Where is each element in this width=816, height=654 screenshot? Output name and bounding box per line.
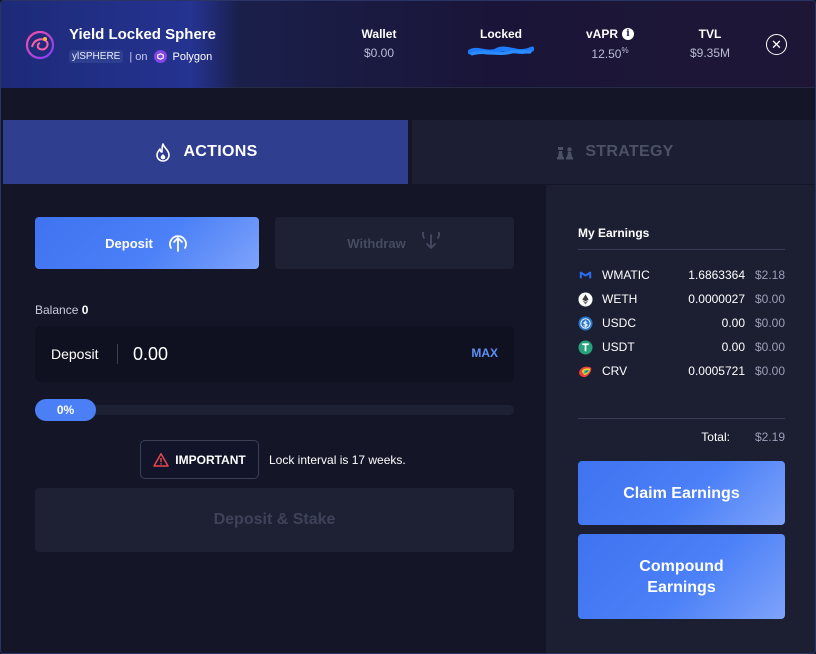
token-amount: 0.0005721	[688, 364, 745, 378]
deposit-input-label: Deposit	[51, 346, 99, 362]
vault-header: Yield Locked Sphere ylSPHERE | on Polygo…	[1, 1, 815, 88]
important-label: IMPORTANT	[175, 452, 246, 467]
balance-display: Balance 0	[35, 303, 88, 317]
earnings-divider-bottom	[578, 418, 785, 419]
usdc-icon: $	[578, 315, 593, 331]
warning-icon	[153, 452, 170, 467]
usdt-icon	[578, 339, 593, 355]
locked-value-redaction	[467, 46, 535, 56]
deposit-button-label: Deposit	[105, 235, 153, 251]
earnings-total: Total: $2.19	[578, 430, 785, 444]
earnings-row-usdc: $ USDC 0.00 $0.00	[578, 311, 785, 335]
withdraw-button-label: Withdraw	[347, 235, 406, 251]
token-symbol: USDC	[602, 316, 637, 330]
token-usd: $0.00	[754, 316, 785, 330]
token-usd: $0.00	[754, 364, 785, 378]
token-symbol: USDT	[602, 340, 635, 354]
stat-vapr-label: vAPR i	[579, 27, 641, 41]
token-usd: $2.18	[754, 268, 785, 282]
max-button[interactable]: MAX	[471, 346, 498, 360]
important-badge: IMPORTANT	[140, 440, 259, 479]
tab-strategy-label: STRATEGY	[585, 143, 674, 160]
deposit-amount-input[interactable]	[133, 340, 433, 368]
token-amount: 1.6863364	[688, 268, 745, 282]
amount-slider-handle[interactable]: 0%	[35, 399, 96, 421]
tab-actions-label: ACTIONS	[183, 143, 258, 160]
stat-tvl: TVL $9.35M	[681, 27, 739, 60]
close-icon[interactable]: ✕	[766, 34, 787, 55]
earnings-row-weth: WETH 0.0000027 $0.00	[578, 287, 785, 311]
claim-earnings-button[interactable]: Claim Earnings	[578, 461, 785, 525]
input-divider	[117, 344, 118, 364]
vault-modal: Yield Locked Sphere ylSPHERE | on Polygo…	[0, 0, 816, 654]
earnings-list: WMATIC 1.6863364 $2.18 WETH 0.0000027 $0…	[578, 263, 785, 383]
flame-icon	[156, 143, 171, 162]
token-amount: 0.00	[721, 316, 745, 330]
token-usd: $0.00	[754, 292, 785, 306]
token-symbol: CRV	[602, 364, 628, 378]
stat-vapr-value: 12.50%	[579, 46, 641, 61]
chess-icon	[557, 147, 574, 160]
tab-strategy[interactable]: STRATEGY	[412, 120, 815, 184]
sphere-logo-icon	[25, 30, 55, 60]
balance-value: 0	[81, 303, 89, 317]
important-notice: IMPORTANT Lock interval is 17 weeks.	[140, 440, 406, 479]
earnings-row-wmatic: WMATIC 1.6863364 $2.18	[578, 263, 785, 287]
stat-wallet: Wallet $0.00	[349, 27, 409, 60]
vault-title: Yield Locked Sphere	[69, 26, 216, 43]
earnings-panel: My Earnings WMATIC 1.6863364 $2.18 WETH …	[546, 185, 815, 653]
token-usd: $0.00	[754, 340, 785, 354]
earnings-row-usdt: USDT 0.00 $0.00	[578, 335, 785, 359]
polygon-icon	[153, 50, 167, 63]
arrow-down-circle-icon	[421, 232, 440, 249]
total-value: $2.19	[754, 430, 785, 444]
earnings-divider-top	[578, 249, 785, 250]
earnings-title: My Earnings	[578, 226, 650, 240]
stat-tvl-value: $9.35M	[689, 46, 731, 60]
balance-label: Balance	[35, 303, 79, 317]
stat-tvl-label: TVL	[698, 27, 722, 41]
arrow-up-circle-icon	[168, 235, 187, 252]
network-prefix: | on	[129, 50, 148, 63]
withdraw-button[interactable]: Withdraw	[275, 217, 514, 269]
stat-wallet-value: $0.00	[363, 46, 395, 60]
token-symbol: WETH	[602, 292, 638, 306]
eth-icon	[578, 291, 593, 307]
stat-vapr-label-text: vAPR	[585, 27, 618, 41]
stat-vapr-suffix: %	[621, 46, 629, 55]
vault-subline: ylSPHERE | on Polygon	[69, 50, 212, 63]
network-name: Polygon	[172, 50, 213, 63]
lock-interval-text: Lock interval is 17 weeks.	[269, 452, 406, 467]
token-symbol: WMATIC	[602, 268, 650, 282]
stat-locked-label: Locked	[479, 27, 522, 41]
token-amount: 0.00	[721, 340, 745, 354]
amount-slider-track[interactable]	[35, 405, 514, 415]
earnings-row-crv: CRV 0.0005721 $0.00	[578, 359, 785, 383]
deposit-input-box: Deposit MAX	[35, 326, 514, 382]
tab-actions[interactable]: ACTIONS	[3, 120, 408, 184]
actions-panel: Deposit Withdraw Balance 0 Deposit MAX 0…	[1, 185, 546, 653]
deposit-button[interactable]: Deposit	[35, 217, 259, 269]
crv-icon	[578, 366, 592, 377]
compound-earnings-button[interactable]: Compound Earnings	[578, 534, 785, 619]
deposit-stake-button[interactable]: Deposit & Stake	[35, 488, 514, 552]
stat-vapr-number: 12.50	[591, 47, 622, 61]
svg-text:$: $	[583, 319, 588, 328]
stat-vapr: vAPR i 12.50%	[579, 27, 641, 61]
stat-locked: Locked	[467, 27, 535, 63]
total-label: Total:	[701, 430, 730, 444]
wmatic-icon	[579, 271, 592, 278]
token-amount: 0.0000027	[688, 292, 745, 306]
stat-wallet-label: Wallet	[361, 27, 397, 41]
info-icon[interactable]: i	[622, 28, 634, 40]
vault-symbol: ylSPHERE	[69, 50, 124, 63]
